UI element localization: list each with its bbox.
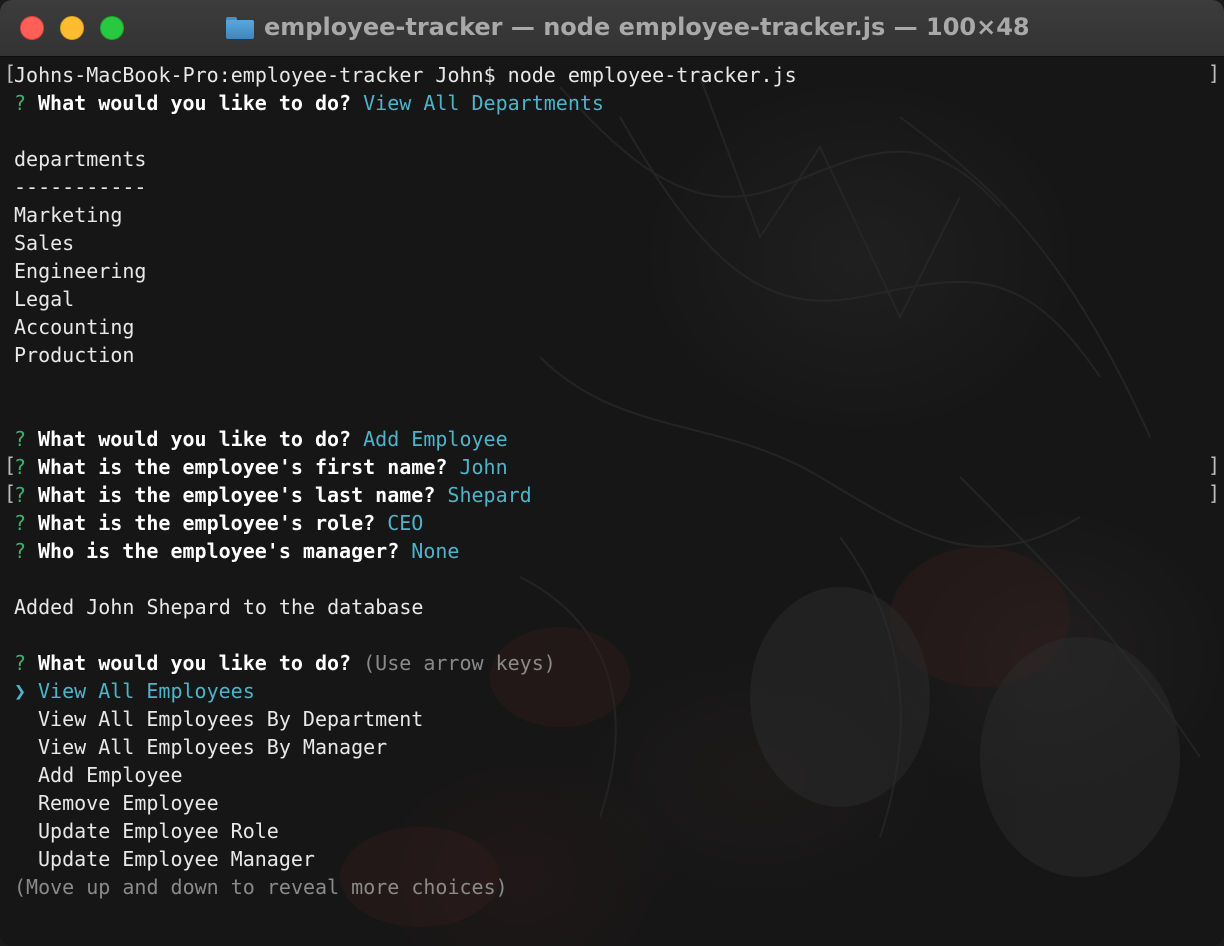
prompt-line: ? What would you like to do? (Use arrow k… xyxy=(14,649,1214,677)
prompt-answer: Add Employee xyxy=(363,427,508,451)
menu-footer-hint: (Move up and down to reveal more choices… xyxy=(14,875,508,899)
prompt-question: What would you like to do? xyxy=(38,651,352,675)
terminal-window: employee-tracker — node employee-tracker… xyxy=(0,0,1224,946)
menu-option[interactable]: Remove Employee xyxy=(14,789,1214,817)
menu-option-selected[interactable]: ❯ View All Employees xyxy=(14,677,1214,705)
zoom-window-button[interactable] xyxy=(100,16,124,40)
department-item: Production xyxy=(14,343,135,367)
departments-header: departments xyxy=(14,147,147,171)
prompt-line: ? What is the employee's last name? Shepa… xyxy=(14,481,1214,509)
question-mark: ? xyxy=(14,91,27,115)
menu-option[interactable]: Add Employee xyxy=(14,761,1214,789)
question-mark: ? xyxy=(14,511,27,535)
department-item: Marketing xyxy=(14,203,123,227)
prompt-hint: (Use arrow keys) xyxy=(363,651,556,675)
prompt-answer: None xyxy=(411,539,460,563)
prompt-line: ? What would you like to do? Add Employee xyxy=(14,425,1214,453)
menu-option[interactable]: View All Employees By Manager xyxy=(14,733,1214,761)
prompt-answer: John xyxy=(459,455,508,479)
question-mark: ? xyxy=(14,483,27,507)
prompt-line: ? What would you like to do? View All Dep… xyxy=(14,89,1214,117)
departments-rule: ----------- xyxy=(14,175,147,199)
menu-option[interactable]: Update Employee Role xyxy=(14,817,1214,845)
prompt-question: What would you like to do? xyxy=(38,91,352,115)
prompt-answer: Shepard xyxy=(447,483,532,507)
command-line: Johns-MacBook-Pro:employee-tracker John$… xyxy=(14,63,797,87)
department-item: Accounting xyxy=(14,315,135,339)
window-title: employee-tracker — node employee-tracker… xyxy=(264,13,1030,41)
question-mark: ? xyxy=(14,427,27,451)
close-window-button[interactable] xyxy=(20,16,44,40)
prompt-line: ? What is the employee's role? CEO xyxy=(14,509,1214,537)
window-title-group: employee-tracker — node employee-tracker… xyxy=(226,10,1030,44)
prompt-question: What is the employee's role? xyxy=(38,511,376,535)
prompt-answer: View All Departments xyxy=(363,91,604,115)
prompt-answer: CEO xyxy=(387,511,424,535)
pointer-icon: ❯ xyxy=(14,679,27,703)
department-item: Sales xyxy=(14,231,75,255)
added-message: Added John Shepard to the database xyxy=(14,595,424,619)
question-mark: ? xyxy=(14,651,27,675)
terminal-output: Johns-MacBook-Pro:employee-tracker John$… xyxy=(14,61,1214,901)
folder-icon xyxy=(226,15,254,39)
menu-option-label: View All Employees xyxy=(38,679,255,703)
prompt-question: What is the employee's first name? xyxy=(38,455,448,479)
minimize-window-button[interactable] xyxy=(60,16,84,40)
prompt-question: What would you like to do? xyxy=(38,427,352,451)
title-bar[interactable]: employee-tracker — node employee-tracker… xyxy=(0,0,1224,57)
prompt-line: ? What is the employee's first name? John xyxy=(14,453,1214,481)
menu-option[interactable]: View All Employees By Department xyxy=(14,705,1214,733)
question-mark: ? xyxy=(14,455,27,479)
menu-option[interactable]: Update Employee Manager xyxy=(14,845,1214,873)
department-item: Legal xyxy=(14,287,75,311)
terminal-content[interactable]: [ ] [ ] [ ] Johns-MacBook-Pro:employee-t… xyxy=(0,57,1224,946)
department-item: Engineering xyxy=(14,259,147,283)
prompt-question: Who is the employee's manager? xyxy=(38,539,400,563)
prompt-question: What is the employee's last name? xyxy=(38,483,436,507)
question-mark: ? xyxy=(14,539,27,563)
prompt-line: ? Who is the employee's manager? None xyxy=(14,537,1214,565)
